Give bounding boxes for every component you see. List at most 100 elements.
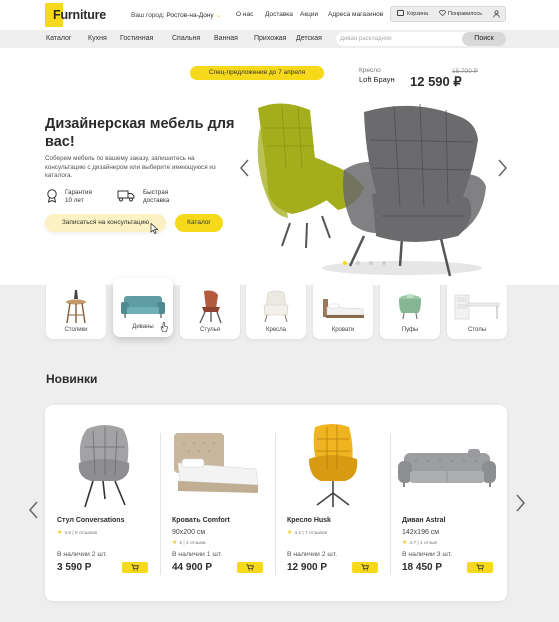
pagination-dot[interactable] [369,261,373,265]
products-next-arrow-icon[interactable] [514,494,526,512]
product-card[interactable]: Кровать Comfort 90x200 см ★ 5 | 4 отзыва … [160,405,275,601]
product-name: Стул Conversations [57,517,125,524]
cart-button[interactable]: Корзина [397,10,428,17]
feature-delivery: Быстрая доставка [117,189,170,204]
featured-price-block: Кресло Loft Браун 12 590 ₽ 15 790 ₽ [359,67,478,89]
category-label: Столы [467,327,487,333]
city-selector[interactable]: Ваш город: Ростов-на-Дону ⌄ [131,11,222,19]
nav-store-addresses[interactable]: Адреса магазинов [328,11,383,18]
catnav-bathroom[interactable]: Ванная [214,35,238,42]
category-card-tables[interactable]: Столики [46,281,106,339]
product-price: 44 900 Р [172,562,213,573]
chevron-down-icon: ⌄ [215,12,222,19]
bed-icon [323,299,364,318]
products-prev-arrow-icon[interactable] [28,501,40,519]
hero-description: Соберем мебель по вашему заказу, запишит… [45,155,216,179]
city-label: Ваш город: [131,12,165,19]
catnav-catalog[interactable]: Каталог [46,35,71,42]
category-label: Столики [64,327,88,333]
product-name: Диван Astral [402,517,446,524]
cursor-icon [150,223,159,234]
search-input[interactable] [340,33,460,45]
catnav-living-room[interactable]: Гостинная [120,35,153,42]
category-card-desks[interactable]: Столы [447,281,507,339]
add-to-cart-button[interactable] [352,562,378,573]
catnav-kitchen[interactable]: Кухня [88,35,107,42]
logo[interactable]: Furniture [45,3,111,27]
feature-delivery-label: Быстрая доставка [143,189,170,204]
nav-promotions[interactable]: Акции [300,11,318,18]
product-price: 12 900 Р [287,562,328,573]
cart-icon [361,564,369,571]
category-nav: Каталог Кухня Гостинная Спальня Ванная П… [0,30,559,48]
logo-text: Furniture [53,8,107,22]
user-icon[interactable] [493,10,500,18]
feature-warranty-label: Гарантия 10 лет [65,189,92,204]
pouf-icon [399,294,421,320]
product-image-sofa [398,449,496,487]
product-card[interactable]: Стул Conversations ★ 4.8 | 5 отзывов В на… [45,405,160,601]
category-card-chairs[interactable]: Стулья [180,281,240,339]
hero-prev-arrow-icon[interactable] [239,159,251,177]
pagination-dot[interactable] [343,261,347,265]
header-actions: Корзина Понравилось [390,6,506,22]
featured-product-type: Кресло [359,67,381,74]
category-label: Кровати [331,327,355,333]
catalog-button[interactable]: Каталог [175,214,223,232]
featured-old-price: 15 790 ₽ [452,68,478,75]
product-rating: ★ 4.7 | 1 отзыв [402,540,437,546]
product-size: 142x196 см [402,529,440,536]
feature-warranty: Гарантия 10 лет [47,189,92,204]
grey-armchair [322,103,486,277]
table-icon [66,290,86,324]
favorites-button[interactable]: Понравилось [439,10,482,17]
product-price: 3 590 Р [57,562,92,573]
add-to-cart-button[interactable] [122,562,148,573]
star-icon: ★ [287,530,293,536]
product-stock: В наличии 3 шт. [402,551,453,558]
product-stock: В наличии 2 шт. [287,551,338,558]
product-price: 18 450 Р [402,562,443,573]
cart-icon [131,564,139,571]
medal-icon [47,189,57,203]
nav-delivery[interactable]: Доставка [265,11,293,18]
product-image-chair [78,425,130,508]
category-label: Кресла [265,327,286,333]
products-carousel: Стул Conversations ★ 4.8 | 5 отзывов В на… [45,405,507,601]
product-name: Кровать Comfort [172,517,230,524]
hero-chairs-image [257,103,486,277]
desk-icon [454,294,500,320]
hero-next-arrow-icon[interactable] [496,159,508,177]
category-label: Пуфы [401,327,419,333]
cart-icon [476,564,484,571]
product-name: Кресло Husk [287,517,331,524]
product-card[interactable]: Кресло Husk ★ 4.2 | 7 отзывов В наличии 2… [275,405,390,601]
site-header: Furniture Ваш город: Ростов-на-Дону ⌄ О н… [0,0,559,30]
product-card[interactable]: Диван Astral 142x196 см ★ 4.7 | 1 отзыв В… [390,405,505,601]
catnav-bedroom[interactable]: Спальня [172,35,200,42]
category-card-poufs[interactable]: Пуфы [380,281,440,339]
pagination-dot[interactable] [382,261,386,265]
armchair-icon [263,290,289,323]
category-card-beds[interactable]: Кровати [313,281,373,339]
heart-icon [439,10,446,16]
catnav-hallway[interactable]: Прихожая [254,35,286,42]
featured-product-name: Loft Браун [359,75,395,84]
add-to-cart-button[interactable] [467,562,493,573]
product-stock: В наличии 2 шт. [57,551,108,558]
new-arrivals-title: Новинки [46,372,98,386]
search-button[interactable]: Поиск [462,32,506,46]
sofa-icon [121,296,165,318]
hand-cursor-icon [160,322,168,332]
category-card-armchairs[interactable]: Кресла [246,281,306,339]
consultation-button[interactable]: Записаться на консультацию [45,214,166,232]
product-image-bed [174,433,259,493]
nav-about[interactable]: О нас [236,11,253,18]
catnav-kids-room[interactable]: Детская [296,35,322,42]
product-stock: В наличии 1 шт. [172,551,223,558]
cart-icon [397,10,404,16]
pagination-dot[interactable] [356,261,360,265]
hero-banner: Спец-предложение до 7 апреля Кресло Loft… [0,48,559,285]
category-card-sofas[interactable]: Диваны [113,278,173,337]
add-to-cart-button[interactable] [237,562,263,573]
